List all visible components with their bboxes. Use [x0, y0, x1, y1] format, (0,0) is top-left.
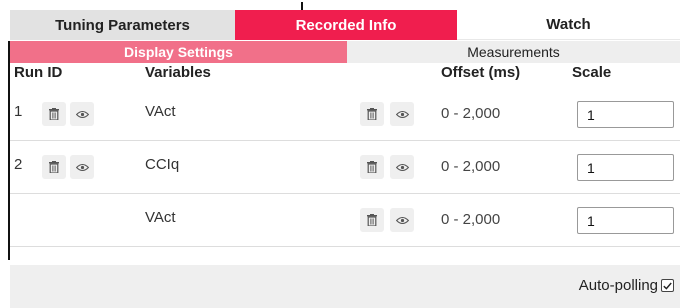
run-delete-button[interactable]	[42, 102, 66, 126]
trash-icon	[49, 161, 59, 173]
variable-name: CCIq	[145, 156, 180, 173]
run-id-cell: 1	[14, 103, 23, 120]
eye-icon	[395, 110, 409, 118]
run-id-cell: 2	[14, 156, 23, 173]
main-tabs: Tuning Parameters Recorded Info Watch	[10, 10, 680, 40]
table-row: VAct 0 - 2,000	[10, 194, 680, 247]
variable-name: VAct	[145, 103, 176, 120]
trash-icon	[49, 108, 59, 120]
footer-bar: Auto-polling	[10, 265, 680, 308]
run-delete-button[interactable]	[42, 155, 66, 179]
run-view-button[interactable]	[70, 155, 94, 179]
table-row: 2 CCIq 0 - 2,000	[10, 141, 680, 194]
sub-tabs: Display Settings Measurements	[10, 41, 680, 63]
header-variables: Variables	[145, 64, 211, 81]
auto-polling-checkbox[interactable]	[661, 279, 674, 292]
variable-view-button[interactable]	[390, 208, 414, 232]
variable-view-button[interactable]	[390, 102, 414, 126]
variable-delete-button[interactable]	[360, 208, 384, 232]
tab-recorded-info[interactable]: Recorded Info	[235, 10, 457, 40]
tab-tuning-parameters[interactable]: Tuning Parameters	[10, 10, 235, 40]
subtab-display-settings[interactable]: Display Settings	[10, 41, 347, 63]
window-tick-mark	[301, 2, 303, 10]
variable-view-button[interactable]	[390, 155, 414, 179]
eye-icon	[75, 163, 89, 171]
scale-input[interactable]	[577, 154, 674, 181]
tab-watch[interactable]: Watch	[457, 10, 680, 40]
table-row: 1 VAct 0 - 2,000	[10, 88, 680, 141]
subtab-measurements[interactable]: Measurements	[347, 41, 680, 63]
trash-icon	[367, 161, 377, 173]
offset-range: 0 - 2,000	[441, 211, 501, 228]
variable-delete-button[interactable]	[360, 102, 384, 126]
offset-range: 0 - 2,000	[441, 105, 501, 122]
variable-name: VAct	[145, 209, 176, 226]
eye-icon	[395, 216, 409, 224]
trash-icon	[367, 108, 377, 120]
scale-input[interactable]	[577, 207, 674, 234]
header-scale: Scale	[572, 64, 612, 81]
checkmark-icon	[663, 282, 672, 290]
run-view-button[interactable]	[70, 102, 94, 126]
variable-delete-button[interactable]	[360, 155, 384, 179]
header-run-id: Run ID	[14, 64, 63, 81]
eye-icon	[395, 163, 409, 171]
scale-input[interactable]	[577, 101, 674, 128]
eye-icon	[75, 110, 89, 118]
auto-polling-label: Auto-polling	[578, 277, 658, 294]
offset-range: 0 - 2,000	[441, 158, 501, 175]
header-offset: Offset (ms)	[441, 64, 521, 81]
trash-icon	[367, 214, 377, 226]
